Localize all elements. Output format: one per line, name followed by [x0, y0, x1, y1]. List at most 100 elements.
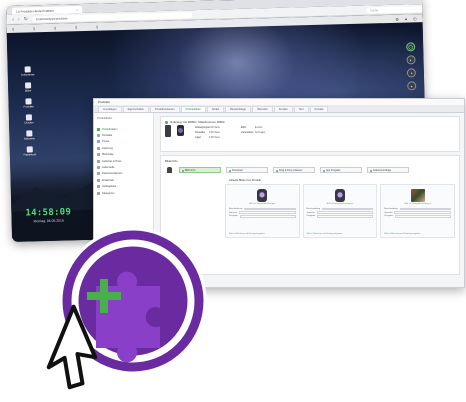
trash-icon [26, 146, 33, 153]
desktop-icon[interactable]: Netzwerk [21, 130, 37, 141]
description-input[interactable] [244, 207, 296, 211]
suggestions-button[interactable]: Artikelvorschläge [367, 167, 409, 173]
desktop-clock: 14:58:09 [25, 207, 72, 219]
product-image [410, 189, 425, 202]
back-icon[interactable]: ‹ [12, 16, 14, 22]
card-footer: Bild in Webshop und Katalog freigeben [229, 233, 265, 235]
app-tabbar: Grundlagen Eigenschaften Produktvariante… [94, 105, 464, 113]
product-kv: Hersteller 3.00 Serie [195, 131, 220, 134]
app-release-button[interactable]: App Freigabe [320, 167, 362, 173]
dock-app-icon[interactable]: ◑ [406, 68, 417, 78]
language-select[interactable] [239, 211, 296, 214]
sidebar-item-icon [97, 191, 100, 195]
product-kv: Lieferstatus Auf Lager [241, 131, 266, 134]
forward-icon[interactable]: › [18, 16, 20, 22]
download-button[interactable]: Download [226, 167, 268, 173]
tab-artikel[interactable]: Artikel [206, 106, 225, 112]
toolbar-tick [54, 26, 56, 30]
product-thumbnail [177, 125, 184, 136]
box-icon [25, 98, 32, 105]
gallery-title: Aktuelle Bilder zum Produkt [229, 179, 261, 182]
network-icon [26, 130, 33, 137]
user-icon[interactable]: ● [405, 16, 408, 21]
tab-kunden[interactable]: Kunden [273, 106, 293, 112]
dock-app-icon[interactable]: ◯ [406, 42, 416, 52]
product-kv: Artikelgruppe3.00 Serie [195, 126, 220, 129]
image-card[interactable]: Bild als Hauptbild festlegen Beschreibun… [225, 184, 300, 238]
tab-grundlagen[interactable]: Grundlagen [98, 106, 122, 112]
toolbar-tick [12, 27, 14, 31]
arrow-cursor-icon [46, 304, 98, 390]
release-checkbox[interactable] [394, 215, 451, 218]
set-main-image-link[interactable]: Bild als Hauptbild festlegen [229, 203, 296, 205]
image-icon [25, 82, 32, 89]
search-input[interactable]: Suche [365, 5, 426, 14]
product-image [257, 189, 268, 202]
printer-icon [25, 114, 33, 121]
desktop-icon[interactable]: Bilder [20, 82, 36, 93]
tab-produktbilder[interactable]: Produktbilder [180, 106, 206, 112]
status-dot-icon [165, 120, 168, 124]
toolbar-tick [75, 25, 77, 29]
close-icon[interactable]: × [76, 8, 78, 12]
desktop-date: Montag, 06.05.2016 [33, 218, 64, 224]
product-kv: Lager 3.00 Serie [195, 136, 220, 139]
tab-eigenschaften[interactable]: Eigenschaften [122, 106, 150, 112]
tab-kontakt[interactable]: Kontakt [309, 106, 329, 112]
language-select[interactable] [394, 211, 451, 214]
tab-text[interactable]: Text [293, 106, 309, 112]
toolbar-tick [33, 26, 35, 30]
card-footer: Bild in Webshop und Katalog freigeben [384, 233, 421, 235]
product-image [334, 189, 345, 202]
release-checkbox[interactable] [317, 215, 374, 218]
dock-app-icon[interactable]: ◒ [407, 81, 417, 91]
set-main-image-link[interactable]: Bild als Hauptbild festlegen [384, 203, 451, 205]
tab-bestandslage[interactable]: Bestandslage [225, 106, 251, 112]
desktop-icon[interactable]: Produkte [20, 98, 36, 109]
folder-icon [24, 66, 31, 73]
product-title: IK-Energy AG 36999 / Artikelnummer 28990 [165, 120, 455, 124]
release-checkbox[interactable] [239, 215, 296, 218]
image-card[interactable]: Bild als Hauptbild festlegen Beschreibun… [302, 184, 378, 238]
right-dock: ◯ ◐ ◑ ◒ [406, 42, 417, 91]
image-card[interactable]: Bild als Hauptbild festlegen Beschreibun… [380, 184, 455, 238]
card-footer: Bild in Webshop und Katalog freigeben [306, 233, 343, 235]
reload-icon[interactable]: ↻ [24, 16, 28, 22]
description-input[interactable] [399, 207, 451, 211]
sidebar-item-icon [97, 153, 100, 157]
tab-uebersicht[interactable]: Übersicht [251, 106, 273, 112]
desktop-icon[interactable]: Dokumente [20, 66, 36, 77]
settings-icon[interactable]: ⚙ [395, 16, 399, 21]
drag-drop-button[interactable]: Drag & Drop zulassen [273, 167, 315, 173]
image-gallery: Bild als Hauptbild festlegen Beschreibun… [225, 184, 455, 238]
sidebar-item-icon [97, 146, 100, 150]
cursor-arrow [46, 304, 98, 390]
card-field: Freigabe [229, 215, 296, 219]
toolbar-tick [96, 25, 98, 29]
sidebar-item-icon [97, 140, 100, 144]
image-action-buttons: Bild hinzu Download Drag & Drop zulassen… [179, 167, 455, 173]
section-title: Bilder/Info [165, 159, 178, 163]
language-select[interactable] [316, 211, 374, 214]
add-image-button[interactable]: Bild hinzu [179, 167, 221, 173]
person-icon [167, 167, 172, 173]
sidebar-item-icon [97, 134, 100, 138]
browser-tab-title: LX Produkte Heute Erstellen [16, 8, 55, 14]
power-icon[interactable]: ⏻ [413, 16, 416, 21]
sidebar-item-icon [97, 166, 100, 170]
sidebar-item[interactable]: Kategorien [97, 190, 150, 196]
description-input[interactable] [322, 207, 374, 211]
desktop-icon[interactable]: Drucker [21, 114, 37, 125]
desktop-icon[interactable]: Papierkorb [22, 146, 38, 157]
dock-app-icon[interactable]: ◐ [406, 55, 416, 65]
product-header: IK-Energy AG 36999 / Artikelnummer 28990… [160, 116, 460, 152]
sidebar-item-icon [97, 127, 100, 131]
card-field: Freigabe [307, 215, 374, 219]
set-main-image-link[interactable]: Bild als Hauptbild festlegen [307, 203, 374, 205]
tab-produktvarianten[interactable]: Produktvarianten [150, 106, 180, 112]
toolbar-actions: ⚙ ● ⏻ [395, 16, 416, 22]
sidebar-item-icon [97, 172, 100, 176]
product-thumbnail [165, 125, 171, 137]
sidebar-item-icon [97, 178, 100, 182]
product-kv: EAN E-Auto [241, 126, 263, 129]
